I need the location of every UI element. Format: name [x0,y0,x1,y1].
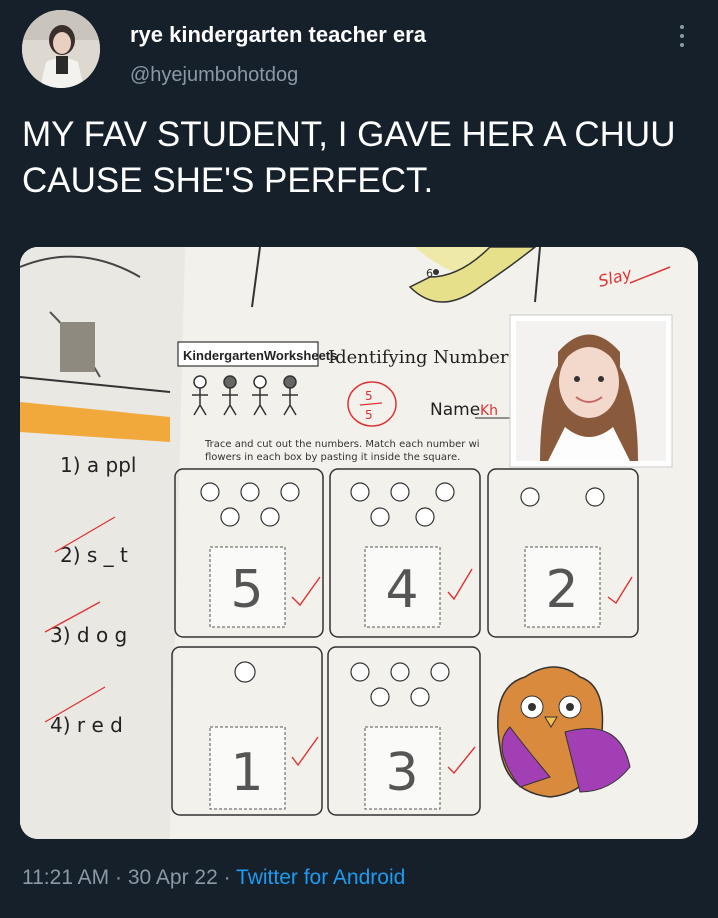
number-box-3: 2 [545,560,578,620]
score-bottom: 5 [365,408,373,422]
instructions-line1: Trace and cut out the numbers. Match eac… [204,439,480,450]
tweet-time[interactable]: 11:21 AM [22,866,109,889]
left-item-1: 1) a ppl [60,453,136,477]
instructions-line2: flowers in each box by pasting it inside… [205,452,460,463]
number-box-4: 1 [230,743,263,803]
number-box-5: 3 [385,743,418,803]
tweet-metadata: 11:21 AM · 30 Apr 22 · Twitter for Andro… [22,866,405,890]
tweet-photo[interactable]: 6 Slay KindergartenWorksheets Identifyin… [20,247,698,839]
separator: · [217,866,237,889]
name-label: Name [430,400,480,420]
name-value: Kh [480,403,498,419]
left-item-2: 2) s _ t [60,543,128,567]
pasted-portrait [516,321,666,461]
worksheet-brand: KindergartenWorksheets [183,348,337,363]
top-number: 6 [426,267,433,280]
left-item-3: 3) d o g [50,623,127,647]
number-box-1: 5 [230,560,263,620]
avatar[interactable] [22,10,100,88]
left-item-4: 4) r e d [50,713,123,737]
display-name[interactable]: rye kindergarten teacher era [130,22,426,48]
tweet-source[interactable]: Twitter for Android [236,866,405,889]
separator: · [109,866,128,889]
tweet-text: MY FAV STUDENT, I GAVE HER A CHUU CAUSE … [22,115,676,200]
score-top: 5 [365,389,373,403]
user-handle[interactable]: @hyejumbohotdog [130,64,298,87]
more-options-icon[interactable] [672,22,692,52]
worksheet-photo: 6 Slay KindergartenWorksheets Identifyin… [20,247,698,839]
tweet-date[interactable]: 30 Apr 22 [128,866,218,889]
number-box-2: 4 [385,560,418,620]
avatar-photo [22,10,100,88]
